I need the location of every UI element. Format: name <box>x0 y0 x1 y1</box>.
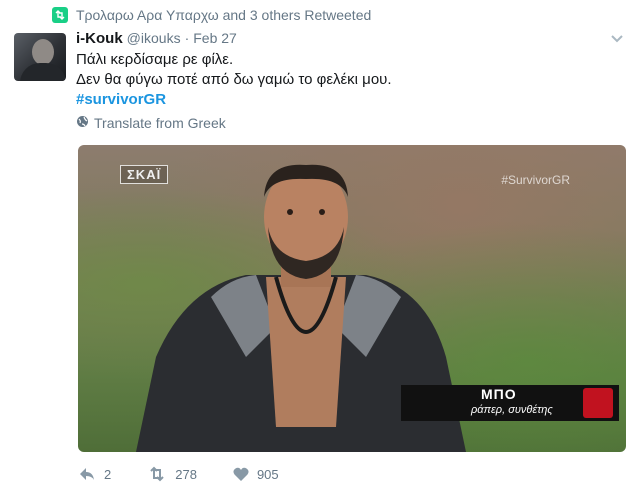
reply-button[interactable]: 2 <box>78 466 111 482</box>
retweet-icon <box>52 7 68 23</box>
retweet-button[interactable]: 278 <box>147 466 197 482</box>
watermark: #SurvivorGR <box>501 173 570 187</box>
display-name[interactable]: i-Kouk <box>76 30 123 47</box>
lower-third-subtitle: ράπερ, συνθέτης <box>471 404 553 416</box>
reply-count: 2 <box>104 466 112 482</box>
translate-link[interactable]: Translate from Greek <box>76 115 226 131</box>
hashtag-link[interactable]: #survivorGR <box>76 90 392 110</box>
globe-icon <box>76 115 89 131</box>
show-badge <box>583 388 613 418</box>
avatar-shoulders <box>20 63 66 81</box>
tweet-media[interactable]: ΣΚΑΪ #SurvivorGR ΜΠΟ ράπερ, συνθέτης <box>78 145 626 452</box>
lower-third-title: ΜΠΟ <box>481 386 517 402</box>
like-count: 905 <box>256 466 279 482</box>
reply-icon <box>78 466 96 482</box>
separator-dot: · <box>184 30 190 46</box>
tweet-line-1: Πάλι κερδίσαμε ρε φίλε. <box>76 51 234 68</box>
user-handle[interactable]: @ikouks <box>127 30 181 46</box>
retweet-action-icon <box>147 466 167 482</box>
tweet-line-2: Δεν θα φύγω ποτέ από δω γαμώ το φελέκι μ… <box>76 71 392 88</box>
tweet-actions: 2 278 905 <box>78 466 315 482</box>
tweet-date[interactable]: Feb 27 <box>193 30 237 46</box>
retweet-context-text[interactable]: Τρολαρω Αρα Υπαρχω and 3 others Retweete… <box>76 7 371 23</box>
avatar[interactable] <box>14 33 66 81</box>
retweet-context: Τρολαρω Αρα Υπαρχω and 3 others Retweete… <box>52 6 371 24</box>
chevron-down-icon[interactable] <box>610 32 624 46</box>
avatar-head <box>32 39 54 65</box>
heart-icon <box>233 467 249 482</box>
tweet-header: i-Kouk @ikouks · Feb 27 <box>76 30 237 47</box>
lower-third: ΜΠΟ ράπερ, συνθέτης <box>401 385 619 421</box>
translate-label: Translate from Greek <box>94 115 226 131</box>
like-button[interactable]: 905 <box>233 467 279 482</box>
retweet-count: 278 <box>175 466 197 482</box>
tweet-text: Πάλι κερδίσαμε ρε φίλε. Δεν θα φύγω ποτέ… <box>76 50 392 110</box>
